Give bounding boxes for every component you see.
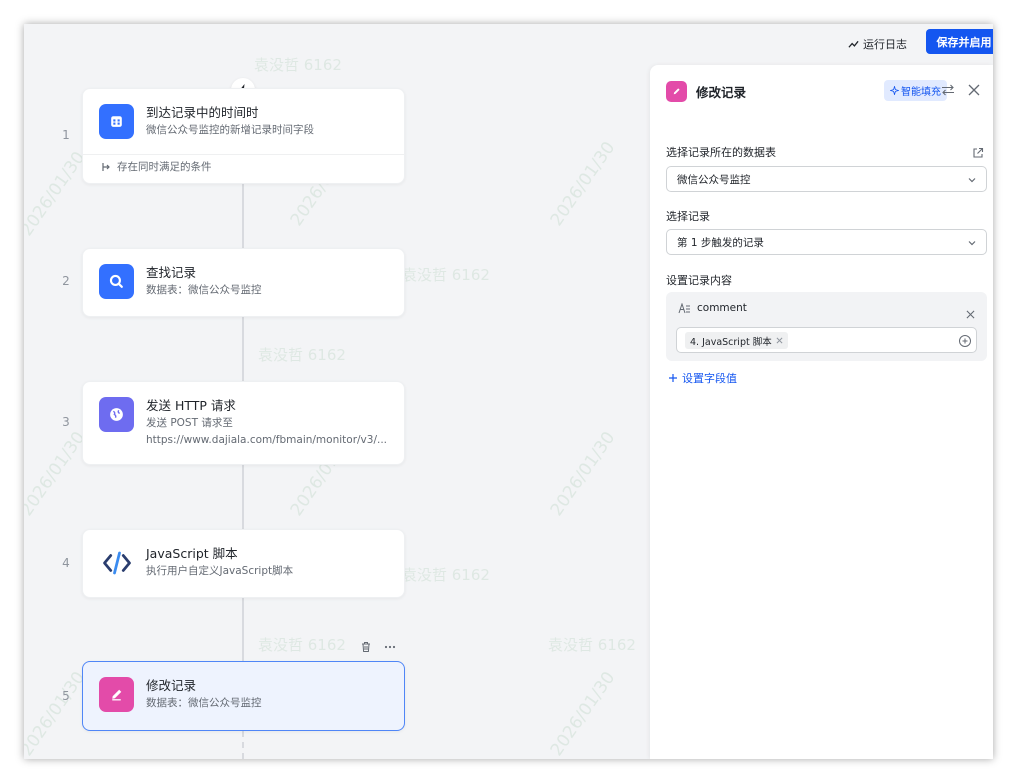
step-subtitle: 执行用户自定义JavaScript脚本 bbox=[146, 565, 294, 577]
edit-icon bbox=[666, 80, 687, 102]
edit-icon bbox=[99, 677, 134, 712]
sparkle-icon bbox=[890, 86, 899, 95]
save-and-enable-button[interactable]: 保存并启用 bbox=[926, 29, 993, 54]
card-actions bbox=[360, 641, 396, 656]
step-card-http-request[interactable]: 发送 HTTP 请求 发送 POST 请求至 https://www.dajia… bbox=[82, 381, 405, 465]
variable-tag[interactable]: 4. JavaScript 脚本 bbox=[685, 332, 788, 349]
step-number: 4 bbox=[62, 556, 70, 570]
remove-field-icon[interactable] bbox=[966, 304, 975, 323]
search-icon bbox=[99, 264, 134, 299]
step-card-trigger[interactable]: 到达记录中的时间时 微信公众号监控的新增记录时间字段 存在同时满足的条件 bbox=[82, 88, 405, 184]
step-subtitle: 数据表：微信公众号监控 bbox=[146, 697, 262, 709]
step-card-find-record[interactable]: 查找记录 数据表：微信公众号监控 bbox=[82, 248, 405, 317]
watermark-text: 袁没哲 6162 bbox=[548, 636, 636, 654]
flow-connector bbox=[242, 598, 244, 662]
close-icon[interactable] bbox=[965, 81, 983, 99]
step-title: 到达记录中的时间时 bbox=[146, 105, 259, 120]
text-field-icon bbox=[678, 302, 690, 313]
run-log-label: 运行日志 bbox=[863, 38, 907, 51]
app-frame: 袁没哲 6162 袁没哲 6162 袁没哲 6162 袁没哲 6162 袁没哲 … bbox=[24, 24, 993, 759]
step-url: https://www.dajiala.com/fbmain/monitor/v… bbox=[146, 434, 387, 446]
condition-row[interactable]: 存在同时满足的条件 bbox=[83, 154, 404, 178]
chevron-down-icon bbox=[968, 241, 976, 246]
calendar-icon bbox=[99, 104, 134, 139]
table-select-value: 微信公众号监控 bbox=[677, 173, 751, 186]
step-number: 5 bbox=[62, 689, 70, 703]
swap-icon[interactable] bbox=[939, 81, 957, 99]
step-title: 发送 HTTP 请求 bbox=[146, 398, 236, 413]
record-select[interactable]: 第 1 步触发的记录 bbox=[666, 229, 987, 255]
watermark-date: 2026/01/30 bbox=[24, 668, 90, 759]
flow-connector bbox=[242, 184, 244, 248]
config-panel: 修改记录 智能填充 选择记录所在的数据表 微信公众号监控 选择记录 第 1 步触… bbox=[650, 65, 993, 759]
delete-icon[interactable] bbox=[360, 641, 372, 656]
step-number: 3 bbox=[62, 415, 70, 429]
ai-fill-button[interactable]: 智能填充 bbox=[884, 80, 947, 101]
panel-header: 修改记录 智能填充 bbox=[666, 80, 983, 102]
variable-tag-label: 4. JavaScript 脚本 bbox=[690, 336, 772, 348]
record-select-value: 第 1 步触发的记录 bbox=[677, 236, 764, 249]
flow-connector bbox=[242, 465, 244, 529]
step-title: 修改记录 bbox=[146, 678, 197, 693]
step-title: JavaScript 脚本 bbox=[146, 546, 238, 561]
watermark-text: 袁没哲 6162 bbox=[258, 346, 346, 364]
table-label: 选择记录所在的数据表 bbox=[666, 146, 776, 159]
watermark-date: 2026/01/30 bbox=[24, 148, 90, 240]
step-number: 1 bbox=[62, 128, 70, 142]
add-field-label: 设置字段值 bbox=[682, 372, 737, 385]
record-content-box: comment 4. JavaScript 脚本 bbox=[666, 292, 987, 361]
chevron-down-icon bbox=[968, 178, 976, 183]
step-subtitle: 发送 POST 请求至 bbox=[146, 417, 233, 429]
content-label: 设置记录内容 bbox=[666, 274, 732, 287]
watermark-date: 2026/01/30 bbox=[546, 428, 620, 520]
watermark-date: 2026/01/30 bbox=[24, 428, 90, 520]
add-variable-icon[interactable] bbox=[958, 333, 972, 352]
field-value-input[interactable]: 4. JavaScript 脚本 bbox=[676, 327, 977, 353]
external-link-icon[interactable] bbox=[972, 144, 984, 163]
globe-icon bbox=[99, 397, 134, 432]
watermark-date: 2026/01/30 bbox=[546, 668, 620, 759]
more-icon[interactable] bbox=[384, 641, 396, 656]
code-icon bbox=[99, 545, 134, 580]
field-row: comment bbox=[678, 302, 747, 314]
watermark-date: 2026/01/30 bbox=[546, 138, 620, 230]
watermark-text: 袁没哲 6162 bbox=[258, 636, 346, 654]
step-number: 2 bbox=[62, 274, 70, 288]
step-card-modify-record[interactable]: 修改记录 数据表：微信公众号监控 bbox=[82, 661, 405, 731]
watermark-text: 袁没哲 6162 bbox=[402, 266, 490, 284]
trend-icon bbox=[848, 40, 859, 48]
tag-close-icon[interactable] bbox=[776, 337, 783, 344]
watermark-text: 袁没哲 6162 bbox=[402, 566, 490, 584]
panel-title: 修改记录 bbox=[696, 84, 747, 100]
branch-icon bbox=[102, 162, 110, 171]
plus-icon bbox=[669, 374, 677, 382]
condition-label: 存在同时满足的条件 bbox=[117, 161, 212, 173]
step-subtitle: 微信公众号监控的新增记录时间字段 bbox=[146, 124, 314, 136]
table-select[interactable]: 微信公众号监控 bbox=[666, 166, 987, 192]
flow-connector-dashed bbox=[242, 731, 244, 759]
run-log-button[interactable]: 运行日志 bbox=[848, 34, 907, 54]
step-subtitle: 数据表：微信公众号监控 bbox=[146, 284, 262, 296]
step-title: 查找记录 bbox=[146, 265, 197, 280]
flow-connector bbox=[242, 317, 244, 381]
add-field-button[interactable]: 设置字段值 bbox=[668, 370, 737, 386]
ai-fill-label: 智能填充 bbox=[901, 87, 941, 98]
watermark-text: 袁没哲 6162 bbox=[254, 56, 342, 74]
record-label: 选择记录 bbox=[666, 210, 710, 223]
field-name: comment bbox=[697, 302, 747, 314]
step-card-javascript[interactable]: JavaScript 脚本 执行用户自定义JavaScript脚本 bbox=[82, 529, 405, 598]
